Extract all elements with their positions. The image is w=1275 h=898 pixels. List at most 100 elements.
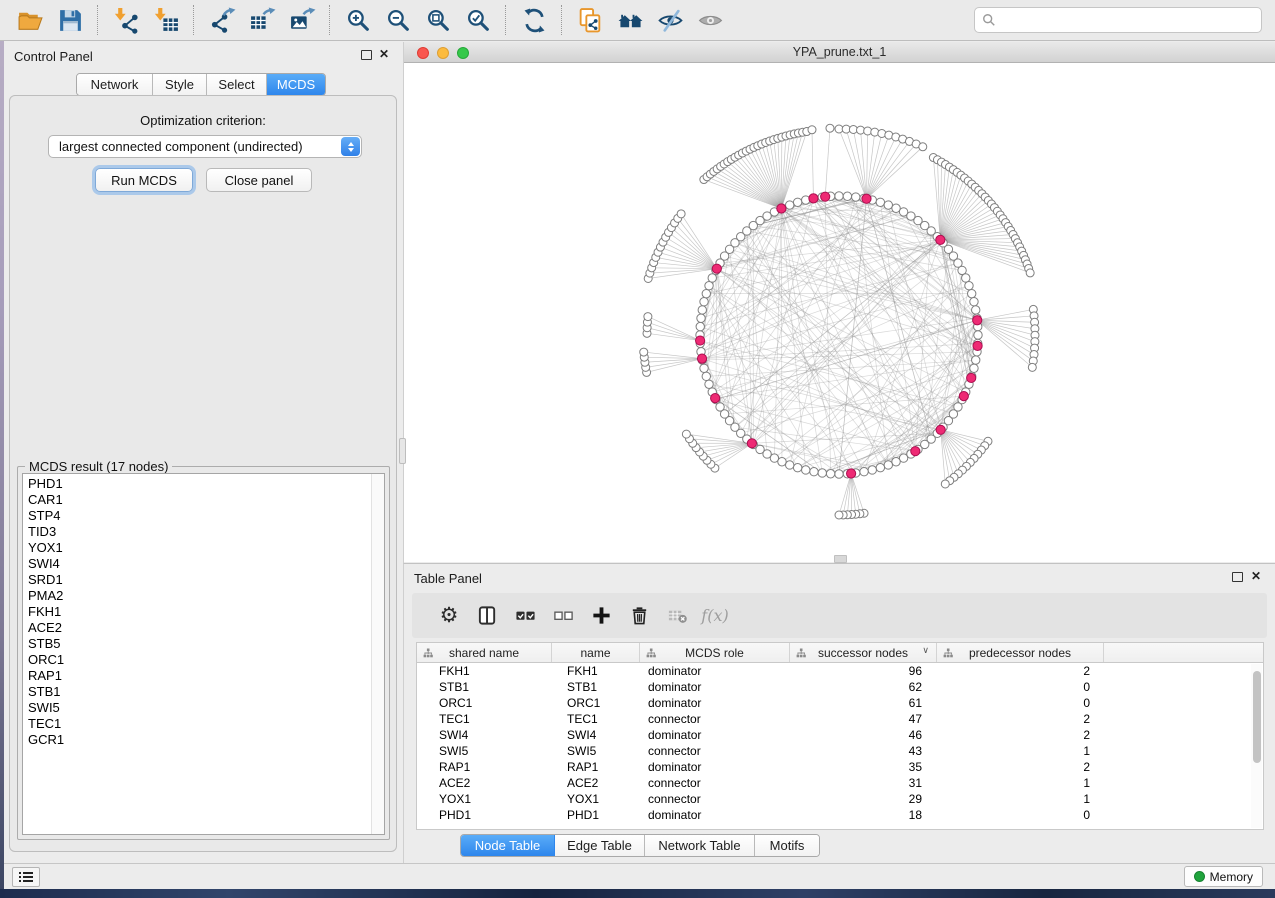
tab-network-table[interactable]: Network Table: [645, 835, 755, 856]
mcds-result-item[interactable]: STB5: [23, 636, 384, 652]
vertical-splitter-grip[interactable]: [399, 438, 406, 464]
graph-node[interactable]: [972, 306, 980, 314]
graph-node[interactable]: [970, 364, 978, 372]
graph-node[interactable]: [965, 282, 973, 290]
add-icon[interactable]: [582, 601, 620, 631]
mcds-result-item[interactable]: STP4: [23, 508, 384, 524]
graph-node[interactable]: [968, 289, 976, 297]
run-mcds-button[interactable]: Run MCDS: [95, 168, 193, 192]
graph-node[interactable]: [696, 322, 704, 330]
graph-node[interactable]: [705, 282, 713, 290]
network-canvas[interactable]: [404, 63, 1275, 562]
graph-node[interactable]: [786, 201, 794, 209]
graph-node[interactable]: [786, 461, 794, 469]
open-folder-icon[interactable]: [10, 3, 50, 37]
table-scrollbar-track[interactable]: [1251, 664, 1262, 828]
tab-edge-table[interactable]: Edge Table: [555, 835, 645, 856]
graph-hub-node[interactable]: [711, 394, 720, 403]
tab-motifs[interactable]: Motifs: [755, 835, 819, 856]
graph-node[interactable]: [700, 364, 708, 372]
mcds-result-item[interactable]: ACE2: [23, 620, 384, 636]
zoom-in-icon[interactable]: [338, 3, 378, 37]
graph-hub-node[interactable]: [696, 336, 705, 345]
graph-node[interactable]: [852, 193, 860, 201]
close-panel-button[interactable]: Close panel: [206, 168, 312, 192]
unselect-all-icon[interactable]: [544, 601, 582, 631]
tab-select[interactable]: Select: [207, 74, 267, 95]
export-network-icon[interactable]: [202, 3, 242, 37]
graph-node[interactable]: [818, 469, 826, 477]
mcds-result-item[interactable]: PMA2: [23, 588, 384, 604]
graph-leaf-node[interactable]: [640, 348, 648, 356]
close-table-panel-icon[interactable]: ✕: [1251, 568, 1261, 584]
graph-leaf-node[interactable]: [644, 313, 652, 321]
column-header-successor-nodes[interactable]: successor nodes ∨: [790, 643, 937, 662]
refresh-icon[interactable]: [514, 3, 554, 37]
graph-hub-node[interactable]: [911, 447, 920, 456]
select-all-icon[interactable]: [506, 601, 544, 631]
columns-icon[interactable]: [468, 601, 506, 631]
graph-node[interactable]: [802, 466, 810, 474]
graph-node[interactable]: [843, 192, 851, 200]
tab-style[interactable]: Style: [153, 74, 207, 95]
graph-leaf-node[interactable]: [808, 126, 816, 134]
table-row[interactable]: TEC1TEC1connector472: [417, 711, 1263, 727]
tab-mcds[interactable]: MCDS: [267, 74, 325, 95]
mcds-result-item[interactable]: ORC1: [23, 652, 384, 668]
table-row[interactable]: RAP1RAP1dominator352: [417, 759, 1263, 775]
graph-node[interactable]: [702, 372, 710, 380]
zoom-fit-icon[interactable]: [418, 3, 458, 37]
mcds-result-item[interactable]: TEC1: [23, 716, 384, 732]
graph-node[interactable]: [972, 356, 980, 364]
column-header-mcds-role[interactable]: MCDS role: [640, 643, 790, 662]
graph-node[interactable]: [860, 468, 868, 476]
graph-node[interactable]: [700, 298, 708, 306]
network-graph[interactable]: [404, 63, 1274, 562]
graph-node[interactable]: [884, 201, 892, 209]
eye-slash-icon[interactable]: [650, 3, 690, 37]
graph-hub-node[interactable]: [967, 373, 976, 382]
table-row[interactable]: SWI4SWI4dominator462: [417, 727, 1263, 743]
graph-node[interactable]: [793, 198, 801, 206]
mcds-result-item[interactable]: RAP1: [23, 668, 384, 684]
graph-leaf-node[interactable]: [826, 124, 834, 132]
mcds-result-item[interactable]: PHD1: [23, 476, 384, 492]
mcds-result-item[interactable]: SRD1: [23, 572, 384, 588]
graph-leaf-node[interactable]: [1028, 363, 1036, 371]
mcds-result-item[interactable]: YOX1: [23, 540, 384, 556]
mcds-result-item[interactable]: FKH1: [23, 604, 384, 620]
mcds-result-item[interactable]: SWI4: [23, 556, 384, 572]
table-scrollbar-thumb[interactable]: [1253, 671, 1261, 763]
graph-node[interactable]: [876, 198, 884, 206]
tab-node-table[interactable]: Node Table: [461, 835, 555, 856]
mcds-result-item[interactable]: STB1: [23, 684, 384, 700]
float-panel-icon[interactable]: [361, 50, 372, 60]
task-history-button[interactable]: [12, 867, 40, 887]
export-table-icon[interactable]: [242, 3, 282, 37]
float-table-panel-icon[interactable]: [1232, 572, 1243, 582]
graph-leaf-node[interactable]: [941, 480, 949, 488]
graph-node[interactable]: [876, 464, 884, 472]
table-row[interactable]: STB1STB1dominator620: [417, 679, 1263, 695]
graph-hub-node[interactable]: [747, 439, 756, 448]
tab-network[interactable]: Network: [77, 74, 153, 95]
graph-node[interactable]: [974, 331, 982, 339]
zoom-selected-icon[interactable]: [458, 3, 498, 37]
memory-button[interactable]: Memory: [1184, 866, 1263, 887]
graph-node[interactable]: [702, 289, 710, 297]
table-row[interactable]: YOX1YOX1connector291: [417, 791, 1263, 807]
graph-hub-node[interactable]: [936, 425, 945, 434]
close-panel-icon[interactable]: ✕: [379, 46, 389, 62]
table-row[interactable]: ACE2ACE2connector311: [417, 775, 1263, 791]
graph-node[interactable]: [793, 464, 801, 472]
graph-hub-node[interactable]: [697, 354, 706, 363]
graph-hub-node[interactable]: [777, 204, 786, 213]
column-header-shared-name[interactable]: shared name: [417, 643, 552, 662]
graph-node[interactable]: [810, 468, 818, 476]
graph-hub-node[interactable]: [712, 264, 721, 273]
sort-descending-icon[interactable]: ∨: [922, 645, 929, 656]
graph-hub-node[interactable]: [809, 194, 818, 203]
save-icon[interactable]: [50, 3, 90, 37]
graph-hub-node[interactable]: [936, 235, 945, 244]
graph-node[interactable]: [962, 274, 970, 282]
